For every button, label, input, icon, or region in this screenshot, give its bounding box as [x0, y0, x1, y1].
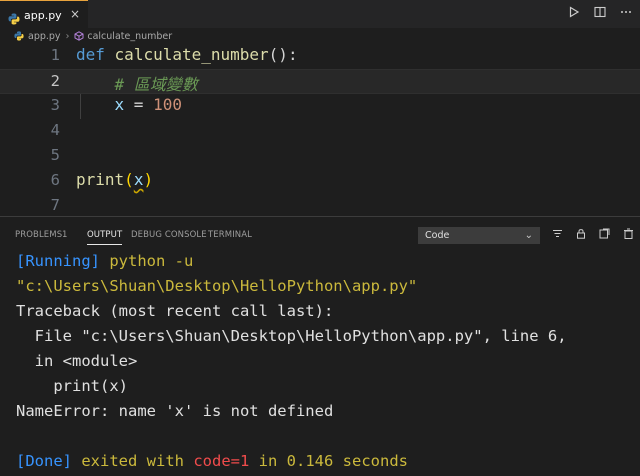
- output-log[interactable]: [Running] python -u"c:\Users\Shuan\Deskt…: [16, 249, 636, 474]
- running-tag: [Running]: [16, 252, 100, 270]
- builtin-print: print: [76, 170, 124, 189]
- duration-value: 0.146: [287, 452, 334, 470]
- function-symbol-icon: [74, 31, 84, 41]
- line-number: 4: [0, 121, 60, 139]
- code-text: # 區域變數: [76, 71, 198, 95]
- output-line-running: [Running] python -u: [16, 249, 636, 274]
- function-name: calculate_number: [115, 45, 269, 64]
- breadcrumb-separator: ›: [66, 31, 70, 42]
- output-line-file: File "c:\Users\Shuan\Desktop\HelloPython…: [16, 324, 636, 349]
- output-line-done: [Done] exited with code=1 in 0.146 secon…: [16, 449, 636, 474]
- line-number: 7: [0, 196, 60, 214]
- code-line-2[interactable]: 2 # 區域變數: [0, 69, 640, 94]
- output-channel-select[interactable]: Code ⌄: [418, 227, 540, 244]
- breadcrumb-file[interactable]: app.py: [28, 31, 61, 42]
- editor-tab-bar: app.py ×: [0, 0, 640, 28]
- output-line-error: NameError: name 'x' is not defined: [16, 399, 636, 424]
- tab-problems[interactable]: PROBLEMS: [15, 230, 62, 240]
- code-line-3[interactable]: 3 x = 100: [0, 94, 640, 119]
- bottom-panel: PROBLEMS 1 OUTPUT DEBUG CONSOLE TERMINAL…: [0, 216, 640, 476]
- code-editor[interactable]: 1 def calculate_number(): 2 # 區域變數 3 x =…: [0, 44, 640, 216]
- code-line-1[interactable]: 1 def calculate_number():: [0, 44, 640, 69]
- output-line-blank: [16, 424, 636, 449]
- signature-punctuation: ():: [269, 45, 298, 64]
- seconds-text: seconds: [333, 452, 408, 470]
- tab-app-py[interactable]: app.py ×: [0, 0, 88, 28]
- more-icon[interactable]: [620, 6, 632, 18]
- code-line-6[interactable]: 6 print(x): [0, 169, 640, 194]
- panel-tab-bar: PROBLEMS 1 OUTPUT DEBUG CONSOLE TERMINAL…: [0, 217, 640, 253]
- exited-text: exited with: [72, 452, 193, 470]
- output-channel-value: Code: [425, 230, 449, 241]
- lock-icon[interactable]: [576, 228, 586, 239]
- open-log-icon[interactable]: [599, 228, 610, 239]
- output-line-code: print(x): [16, 374, 636, 399]
- in-text: in: [249, 452, 286, 470]
- code-line-5[interactable]: 5: [0, 144, 640, 169]
- code-line-4[interactable]: 4: [0, 119, 640, 144]
- code-text: def calculate_number():: [76, 45, 298, 64]
- problems-count-badge: 1: [62, 230, 67, 240]
- run-icon[interactable]: [568, 6, 580, 18]
- python-file-icon: [8, 10, 20, 22]
- tab-debug-console[interactable]: DEBUG CONSOLE: [131, 230, 207, 240]
- chevron-down-icon: ⌄: [525, 228, 533, 243]
- output-line-traceback: Traceback (most recent call last):: [16, 299, 636, 324]
- tab-output[interactable]: OUTPUT: [87, 230, 122, 240]
- clear-output-icon[interactable]: [623, 228, 634, 239]
- assign-operator: =: [124, 95, 153, 114]
- line-number: 1: [0, 46, 60, 64]
- close-tab-icon[interactable]: ×: [70, 7, 80, 21]
- variable-x: x: [115, 95, 125, 114]
- number-literal: 100: [153, 95, 182, 114]
- open-paren: (: [124, 170, 134, 189]
- line-number: 3: [0, 96, 60, 114]
- panel-actions: [552, 228, 634, 239]
- editor-actions: [568, 6, 632, 18]
- code-text: print(x): [76, 170, 153, 189]
- close-paren: ): [143, 170, 153, 189]
- undefined-variable-x[interactable]: x: [134, 170, 144, 189]
- done-tag: [Done]: [16, 452, 72, 470]
- tab-label: app.py: [24, 9, 62, 22]
- output-line-path: "c:\Users\Shuan\Desktop\HelloPython\app.…: [16, 274, 636, 299]
- python-file-icon: [14, 31, 24, 41]
- breadcrumb-symbol[interactable]: calculate_number: [87, 31, 172, 42]
- exit-code: code=1: [193, 452, 249, 470]
- split-editor-icon[interactable]: [594, 6, 606, 18]
- output-line-module: in <module>: [16, 349, 636, 374]
- code-text: x = 100: [76, 95, 182, 114]
- line-number: 6: [0, 171, 60, 189]
- keyword-def: def: [76, 45, 105, 64]
- comment: # 區域變數: [115, 75, 198, 94]
- list-filter-icon[interactable]: [552, 228, 563, 239]
- tab-terminal[interactable]: TERMINAL: [208, 230, 252, 240]
- line-number: 2: [0, 72, 60, 90]
- run-command: python -u: [100, 252, 193, 270]
- breadcrumb: app.py › calculate_number: [0, 28, 640, 44]
- line-number: 5: [0, 146, 60, 164]
